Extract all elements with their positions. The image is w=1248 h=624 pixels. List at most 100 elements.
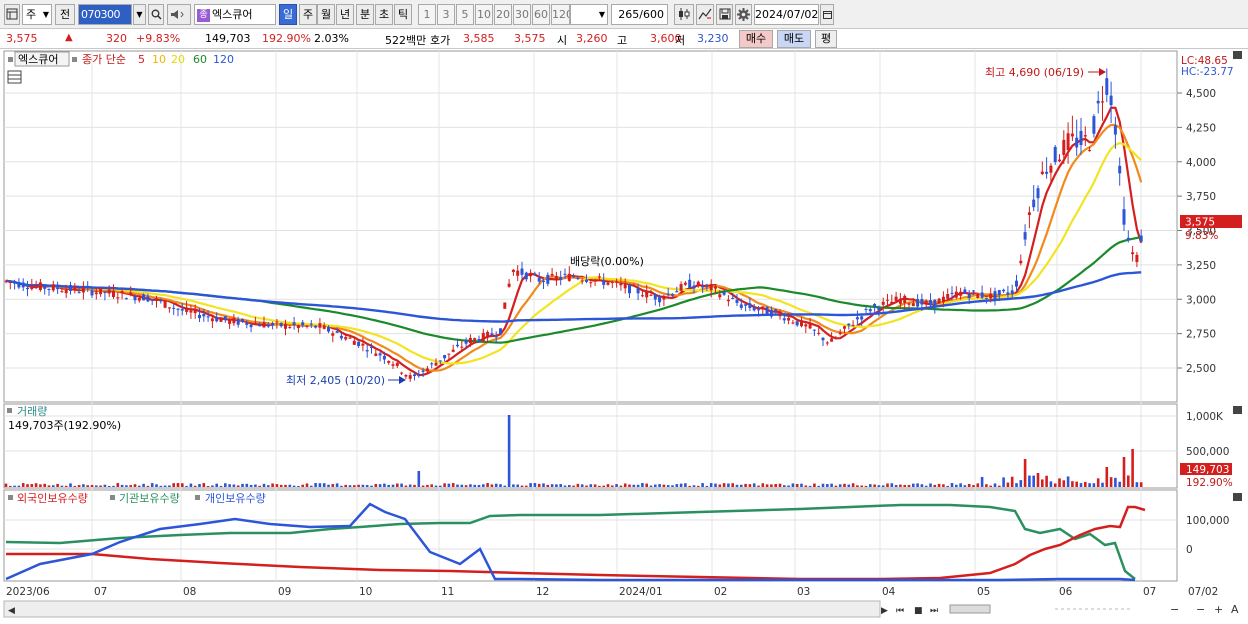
chart-svg[interactable]: 4,5004,2504,0003,7503,5003,2503,0002,750… — [0, 49, 1248, 621]
candle-body — [26, 287, 29, 290]
interval-button-30[interactable]: 30 — [513, 4, 531, 25]
sell-button[interactable]: 매도 — [777, 30, 811, 48]
x-tick-label: 06 — [1059, 586, 1073, 598]
speaker-icon[interactable] — [167, 4, 191, 25]
save-icon[interactable] — [716, 4, 733, 25]
candle-body — [258, 324, 262, 327]
search-icon[interactable] — [148, 4, 164, 25]
candle-type-icon[interactable] — [674, 4, 694, 25]
candle-body — [305, 325, 309, 327]
volume-bar — [826, 484, 829, 487]
first-page-icon[interactable]: ⏮ — [896, 606, 904, 616]
scroll-left-icon[interactable]: ◀ — [8, 606, 15, 616]
period-tab-4[interactable]: 분 — [356, 4, 374, 25]
candle-body — [86, 286, 90, 288]
volume-bar — [224, 483, 227, 487]
candle-body — [284, 323, 287, 329]
prev-button[interactable]: 전 — [55, 4, 75, 25]
volume-bar — [563, 485, 567, 487]
blank-dropdown[interactable]: ▼ — [570, 4, 608, 25]
interval-button-5[interactable]: 5 — [456, 4, 474, 25]
stock-name-field[interactable]: 종 엑스큐어 — [194, 4, 276, 25]
buy-button[interactable]: 매수 — [739, 30, 773, 48]
calendar-dropdown-icon[interactable] — [820, 4, 834, 25]
candle-body — [757, 309, 760, 311]
eval-button[interactable]: 평 — [815, 30, 837, 48]
volume-bar — [645, 483, 648, 487]
volume-bar — [56, 483, 59, 487]
candle-body — [524, 272, 528, 280]
candle-body — [765, 307, 769, 315]
candle-body — [365, 350, 369, 352]
scroll-right-icon[interactable]: ▶ — [881, 606, 888, 616]
price-pane-close-icon[interactable] — [1233, 51, 1242, 59]
plus-icon[interactable]: + — [1214, 603, 1223, 616]
volume-bar — [1109, 477, 1113, 487]
interval-button-120[interactable]: 120 — [551, 4, 570, 25]
period-tab-3[interactable]: 년 — [336, 4, 354, 25]
volume-bar — [821, 483, 825, 487]
period-tab-5[interactable]: 초 — [375, 4, 393, 25]
draw-tool-icon[interactable] — [696, 4, 714, 25]
candle-body — [1015, 280, 1018, 287]
holdings-pane-close-icon[interactable] — [1233, 493, 1242, 501]
volume-bar — [976, 483, 980, 487]
volume-bar — [473, 484, 476, 487]
count-field[interactable]: 265/600 — [611, 4, 668, 25]
interval-button-20[interactable]: 20 — [494, 4, 512, 25]
candle-body — [980, 292, 984, 298]
interval-button-60[interactable]: 60 — [532, 4, 550, 25]
stock-code-input[interactable]: 070300 — [78, 4, 132, 25]
ma-legend-60: 60 — [193, 53, 207, 66]
auto-scale-icon[interactable]: A — [1231, 603, 1239, 616]
volume-bar — [417, 471, 421, 487]
volume-bar — [671, 485, 674, 487]
candle-body — [769, 309, 773, 317]
volume-bar — [107, 485, 111, 487]
code-dropdown-icon[interactable]: ▼ — [133, 4, 146, 25]
volume-bar — [684, 483, 687, 487]
candle-body — [1062, 139, 1066, 156]
volume-bar — [344, 484, 347, 487]
candle-body — [13, 281, 17, 284]
interval-button-3[interactable]: 3 — [437, 4, 455, 25]
candle-body — [486, 331, 490, 338]
volume-bar — [559, 484, 562, 487]
table-icon[interactable] — [7, 70, 22, 84]
candle-body — [335, 331, 339, 333]
market-select[interactable]: 주 ▼ — [22, 4, 52, 25]
volume-bar — [138, 485, 141, 487]
volume-bar — [525, 485, 528, 487]
minus-icon[interactable]: − — [1196, 603, 1205, 616]
chart-area[interactable]: 4,500 4,250 4,000 3,750 3,500 3,250 3,000 2,750… — [0, 49, 1248, 621]
volume-bar — [924, 485, 928, 487]
interval-button-1[interactable]: 1 — [418, 4, 436, 25]
volume-bar — [482, 484, 485, 487]
layout-icon[interactable] — [4, 4, 20, 25]
horizontal-scrollbar[interactable] — [3, 600, 881, 618]
volume-bar — [692, 485, 696, 487]
gear-icon[interactable] — [735, 4, 752, 25]
candle-body — [705, 284, 709, 286]
volume-bar — [82, 484, 85, 487]
candle-body — [120, 291, 124, 294]
price-pane[interactable] — [3, 50, 1178, 403]
date-input[interactable]: 2024/07/02 — [754, 4, 819, 25]
volume-bar — [606, 484, 610, 487]
period-tab-0[interactable]: 일 — [279, 4, 297, 25]
period-tab-2[interactable]: 월 — [317, 4, 335, 25]
volume-pane[interactable] — [3, 403, 1178, 489]
interval-button-10[interactable]: 10 — [475, 4, 493, 25]
volume-bar — [744, 483, 747, 487]
candle-body — [864, 308, 868, 310]
last-page-icon[interactable]: ⏭ — [930, 606, 938, 616]
period-tab-6[interactable]: 틱 — [394, 4, 412, 25]
zoom-out-icon[interactable]: − — [1170, 603, 1179, 616]
volume-pane-close-icon[interactable] — [1233, 406, 1242, 414]
candle-body — [671, 294, 674, 296]
stop-icon[interactable]: ■ — [914, 606, 923, 616]
candle-body — [993, 291, 997, 300]
zoom-slider[interactable] — [949, 604, 991, 614]
period-tab-1[interactable]: 주 — [299, 4, 317, 25]
volume-bar — [555, 484, 558, 487]
